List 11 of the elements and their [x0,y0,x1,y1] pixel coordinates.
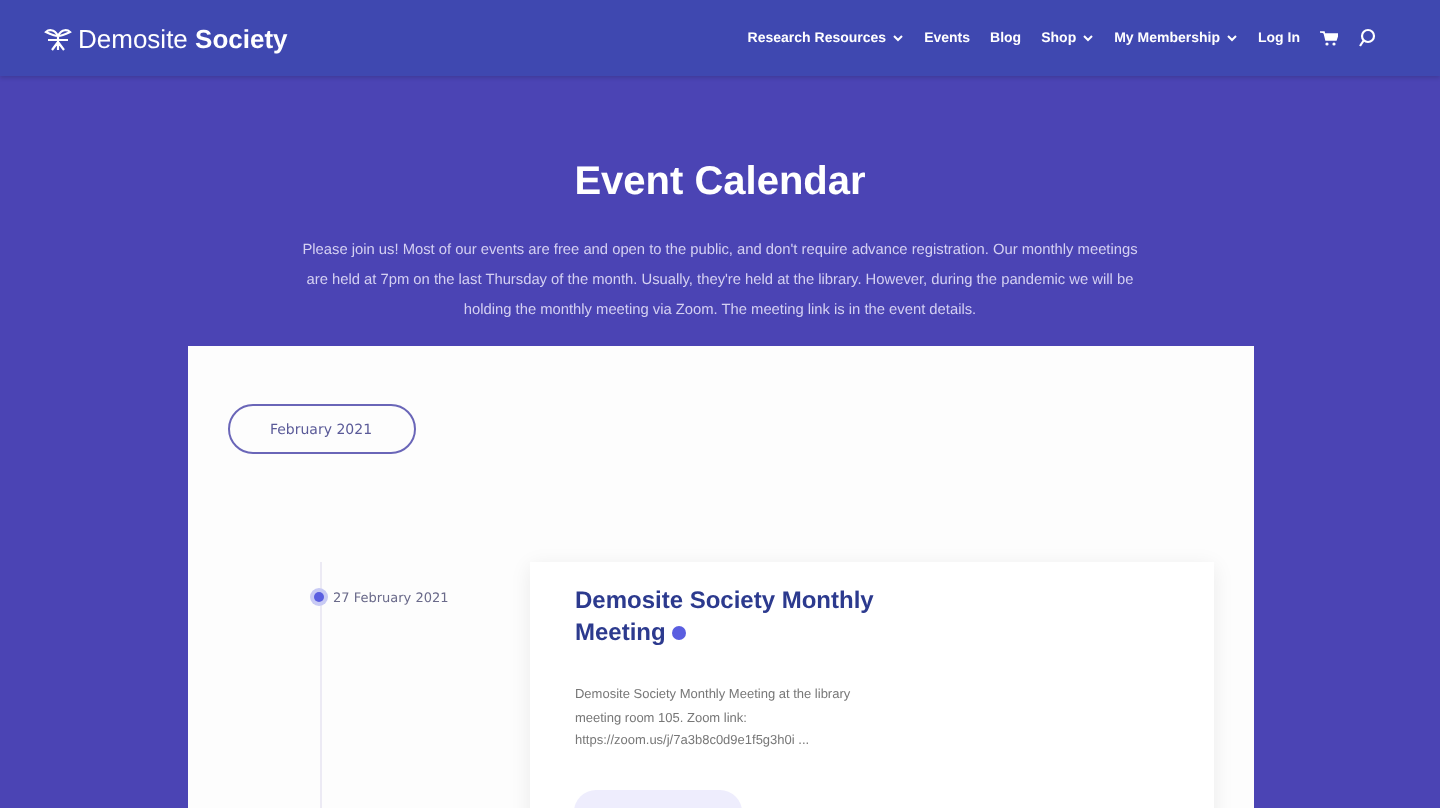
search-icon[interactable] [1358,28,1376,48]
event-title[interactable]: Demosite Society Monthly Meeting [574,584,925,648]
timeline-dot-icon [313,592,323,602]
caret-icon[interactable] [1226,34,1238,42]
status-dot-icon [672,626,687,640]
site-logo-text[interactable]: Demosite Society [78,23,288,53]
caret-icon[interactable] [1082,34,1095,42]
caret-icon[interactable] [892,34,905,42]
page-title: Event Calendar [574,160,866,206]
cart-icon[interactable] [1320,30,1338,46]
sprout-logo-icon[interactable] [44,24,72,52]
